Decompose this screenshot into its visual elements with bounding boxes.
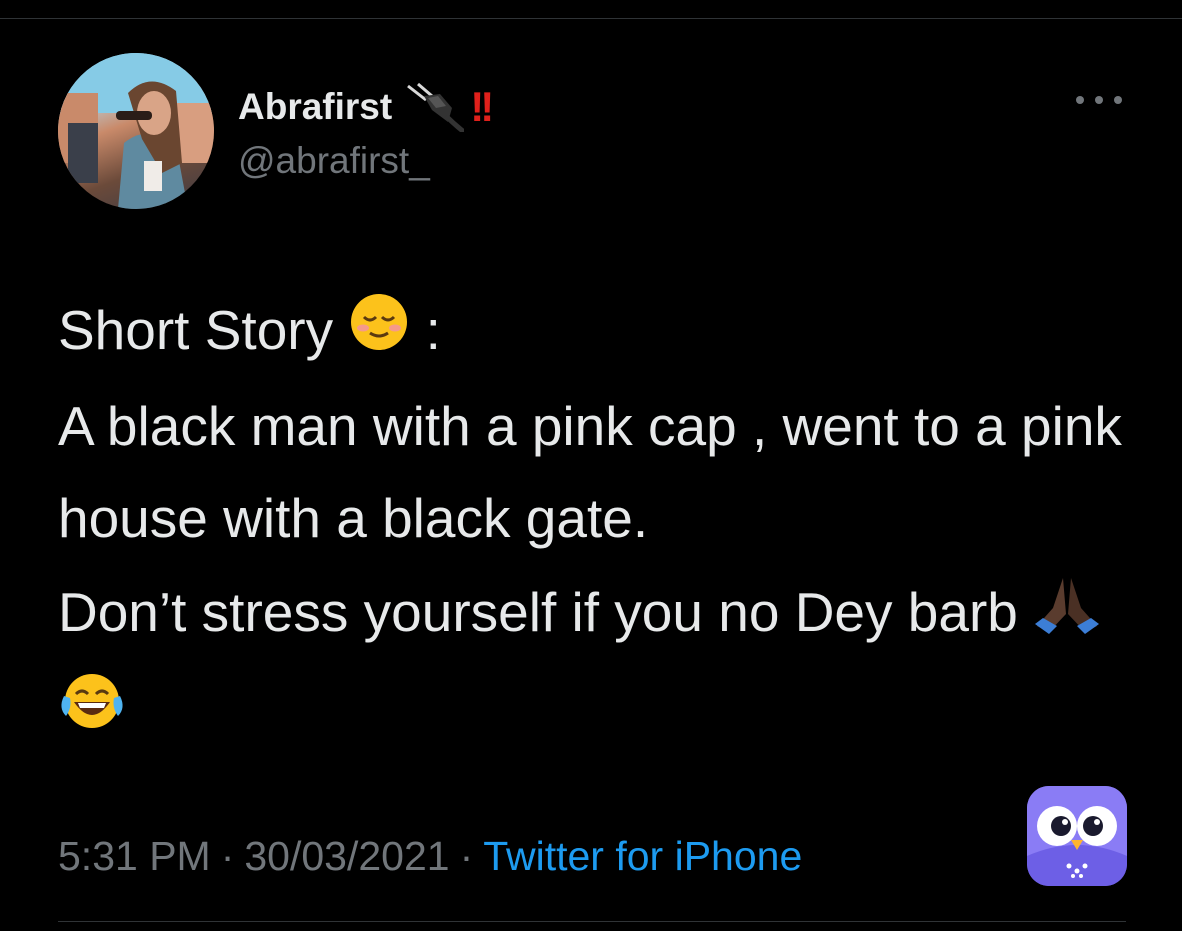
tweet-line: A black man with a pink cap , went to a … [58, 395, 1122, 550]
more-options-icon[interactable] [1076, 88, 1122, 112]
author-handle[interactable]: @abrafirst_ [238, 140, 430, 182]
relieved-face-emoji [348, 288, 410, 380]
tweet-text: Short Story : A black man with a pink ca… [58, 284, 1148, 759]
tweet-meta: 5:31 PM · 30/03/2021 · Twitter for iPhon… [58, 833, 802, 880]
avatar-photo [58, 53, 214, 209]
tweet-time[interactable]: 5:31 PM [58, 833, 211, 880]
double-exclamation-icon: !! [470, 83, 494, 130]
tweet-line: Short Story : [58, 284, 1148, 380]
tweet-text-colon: : [425, 299, 441, 361]
bottom-divider [58, 921, 1126, 922]
more-dot [1076, 96, 1084, 104]
author-display-name[interactable]: Abrafirst [238, 86, 392, 128]
owl-app-icon [1027, 786, 1127, 886]
tweet-date[interactable]: 30/03/2021 [244, 833, 449, 880]
meta-separator: · [220, 833, 235, 879]
avatar[interactable] [58, 53, 214, 209]
folded-hands-icon [1033, 571, 1103, 663]
tweet-line: Don’t stress yourself if you no Dey barb [58, 566, 1148, 759]
more-dot [1114, 96, 1122, 104]
electric-plug-icon [406, 82, 465, 132]
tweet-text-title: Short Story [58, 299, 334, 361]
more-dot [1095, 96, 1103, 104]
tweet-source-link[interactable]: Twitter for iPhone [483, 833, 802, 880]
face-with-tears-of-joy-icon [58, 667, 126, 759]
author-name-row[interactable]: Abrafirst !! [238, 82, 494, 132]
tweet-text-closing: Don’t stress yourself if you no Dey barb [58, 581, 1018, 644]
meta-separator: · [459, 833, 474, 879]
top-divider [0, 18, 1182, 19]
